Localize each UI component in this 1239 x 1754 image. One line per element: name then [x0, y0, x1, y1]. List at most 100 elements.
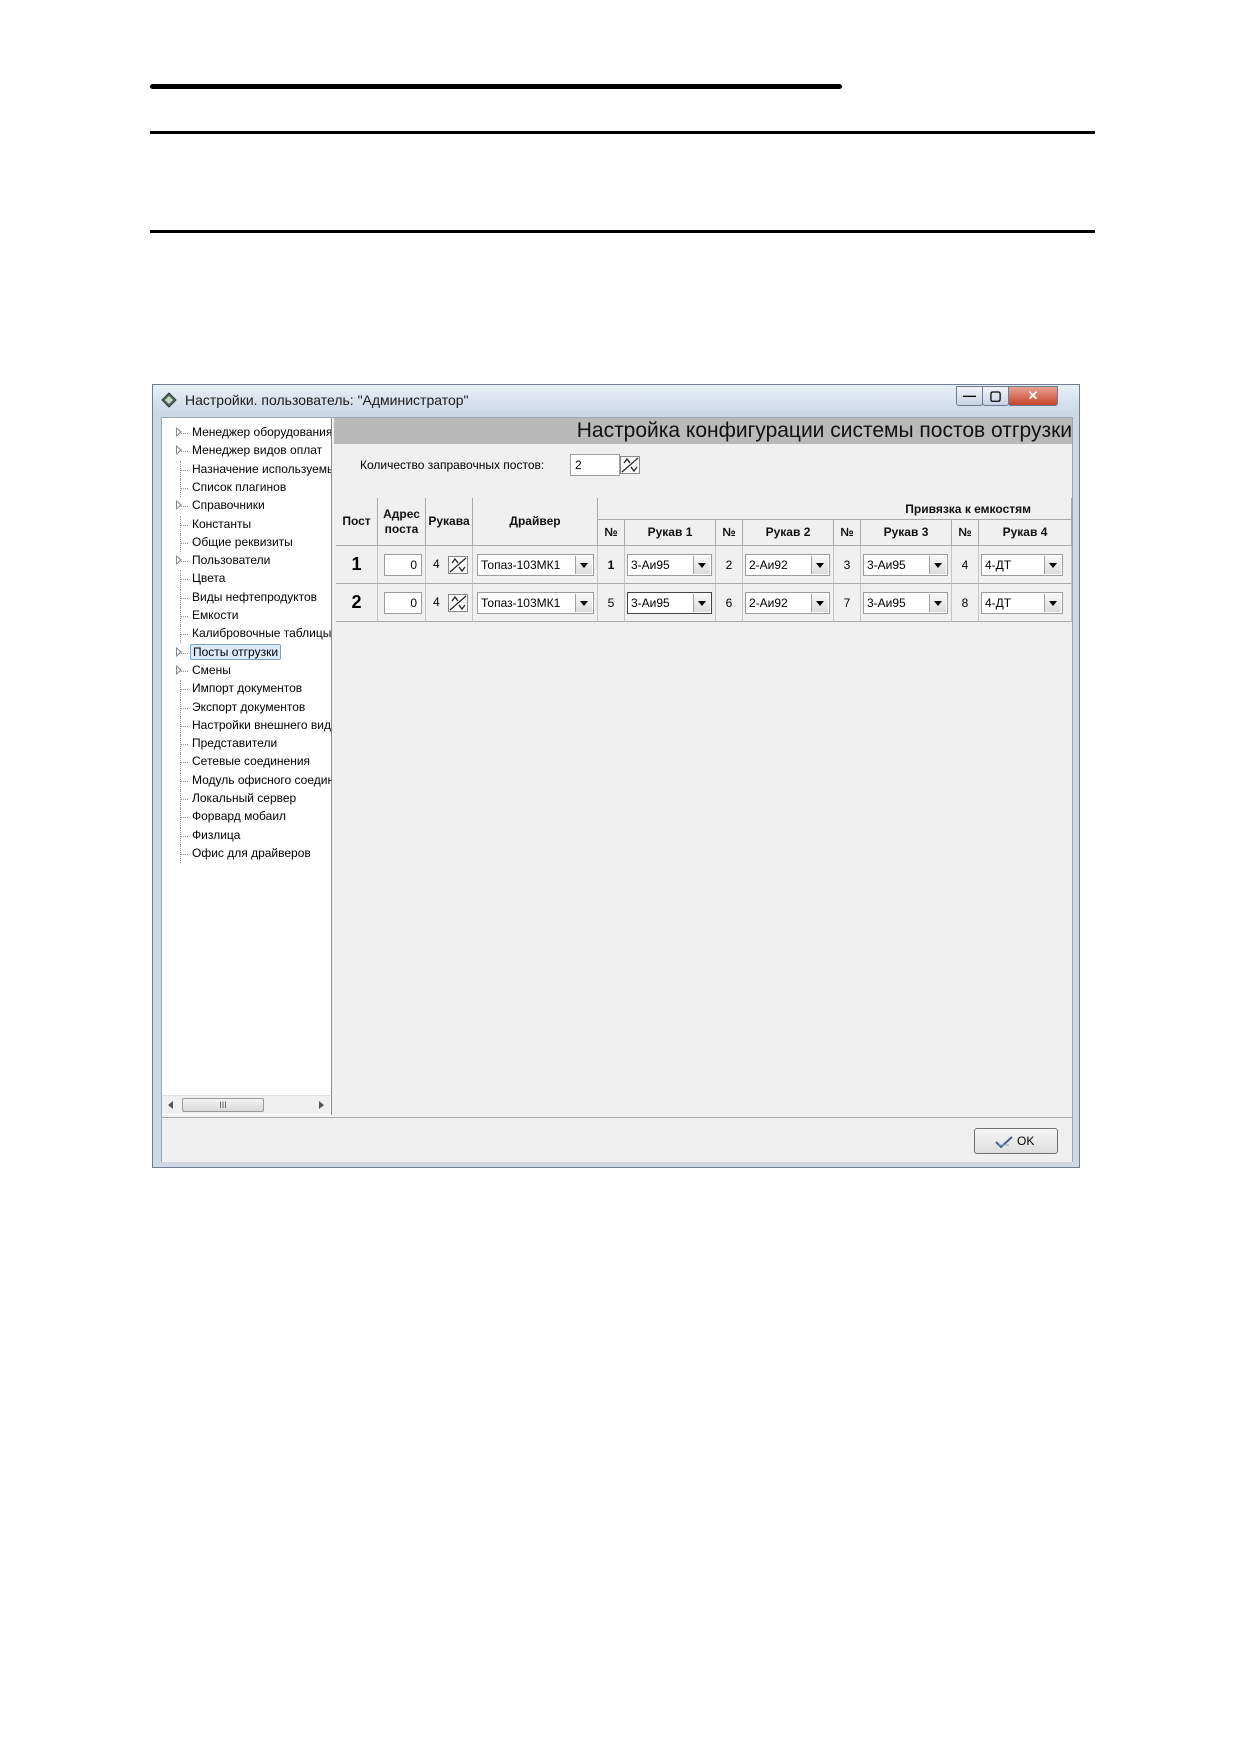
tree-item[interactable]: Локальный сервер	[162, 790, 331, 808]
tree-item-label: Посты отгрузки	[190, 643, 282, 660]
tree-item[interactable]: Пользователи	[162, 552, 331, 570]
app-diamond-icon	[161, 392, 177, 408]
hoses-value[interactable]: 4	[433, 595, 440, 609]
tank-select-1[interactable]: 3-Аи95	[627, 554, 712, 576]
dropdown-arrow-icon[interactable]	[929, 556, 946, 574]
tree-connector	[181, 670, 188, 672]
header-address: Адрес поста	[378, 498, 426, 546]
hoses-spin-icon[interactable]	[448, 556, 468, 574]
tree-connector	[181, 524, 188, 526]
tree-item[interactable]: Цвета	[162, 570, 331, 589]
hose-number: 2	[725, 557, 733, 572]
tank-select-2[interactable]: 2-Аи92	[745, 554, 830, 576]
driver-select[interactable]: Топаз-103МК1	[477, 554, 594, 576]
tree-item[interactable]: Общие реквизиты	[162, 533, 331, 552]
tree-item[interactable]: Офис для драйверов	[162, 844, 331, 863]
expand-arrow-icon[interactable]	[176, 427, 182, 437]
tree-connector	[181, 579, 188, 581]
expand-arrow-icon[interactable]	[176, 555, 182, 566]
hose-number: 1	[607, 557, 615, 572]
ok-button[interactable]: OK	[974, 1128, 1058, 1154]
address-input[interactable]: 0	[384, 554, 422, 576]
tree-item-label: Калибровочные таблицы	[192, 626, 332, 641]
expand-arrow-icon[interactable]	[176, 664, 182, 675]
tree-item-label: Представители	[192, 736, 278, 751]
dropdown-arrow-icon[interactable]	[1044, 556, 1061, 574]
hose-no-cell: 4	[952, 546, 979, 584]
tree-item[interactable]: Виды нефтепродуктов	[162, 588, 331, 607]
tank-select-3[interactable]: 3-Аи95	[863, 554, 948, 576]
tank-select-1[interactable]: 3-Аи95	[627, 592, 712, 614]
tree-horizontal-scrollbar[interactable]: III	[162, 1095, 330, 1114]
tree-item[interactable]: Форвард мобаил	[162, 808, 331, 827]
scroll-right-icon[interactable]	[319, 1101, 324, 1109]
tree-item[interactable]: Сетевые соединения	[162, 753, 331, 772]
header-no-4: №	[952, 520, 979, 546]
tank-select-3[interactable]: 3-Аи95	[863, 592, 948, 614]
tree-item[interactable]: Экспорт документов	[162, 698, 331, 717]
maximize-button[interactable]: ▢	[982, 386, 1009, 406]
tree-item[interactable]: Менеджер оборудования	[162, 424, 331, 442]
tree-item[interactable]: Импорт документов	[162, 680, 331, 699]
driver-select[interactable]: Топаз-103МК1	[477, 592, 594, 614]
dropdown-arrow-icon[interactable]	[575, 594, 592, 612]
header-hose-3: Рукав 3	[861, 520, 952, 546]
button-bar: OK	[162, 1117, 1072, 1162]
tank-select-2-value: 2-Аи92	[749, 558, 788, 572]
title-bar[interactable]: Настройки. пользователь: "Администратор"…	[153, 385, 1079, 415]
scroll-left-icon[interactable]	[168, 1101, 173, 1109]
post-count-field[interactable]: 2	[570, 454, 620, 476]
tree-connector	[181, 451, 188, 453]
tree-item[interactable]: Модуль офисного соединения	[162, 771, 331, 790]
tree-connector	[181, 616, 188, 617]
tree-item[interactable]: Смены	[162, 662, 331, 680]
hose-no-cell: 8	[952, 584, 979, 622]
hoses-spin-icon[interactable]	[448, 594, 468, 612]
window-title: Настройки. пользователь: "Администратор"	[185, 392, 469, 408]
expand-arrow-icon[interactable]	[176, 500, 182, 511]
dropdown-arrow-icon[interactable]	[693, 594, 710, 612]
post-count-spin-icon[interactable]	[620, 456, 640, 474]
address-input[interactable]: 0	[384, 592, 422, 614]
tree-item-label: Константы	[192, 516, 252, 531]
tree-item-label: Форвард мобаил	[192, 809, 287, 824]
tree-connector	[181, 780, 188, 782]
hose-number: 7	[843, 595, 851, 610]
tree-item[interactable]: Емкости	[162, 607, 331, 625]
minimize-button[interactable]: —	[956, 386, 983, 406]
hose-no-cell: 3	[834, 546, 861, 584]
hose-no-cell: 6	[716, 584, 743, 622]
tree-item[interactable]: Справочники	[162, 497, 331, 515]
expand-arrow-icon[interactable]	[176, 646, 182, 657]
close-button[interactable]: ✕	[1008, 386, 1058, 406]
tree-item[interactable]: Физлица	[162, 826, 331, 845]
dropdown-arrow-icon[interactable]	[575, 556, 592, 574]
dropdown-arrow-icon[interactable]	[1044, 594, 1061, 612]
tree-item[interactable]: Список плагинов	[162, 478, 331, 497]
tank-select-4[interactable]: 4-ДТ	[981, 592, 1063, 614]
tree-item[interactable]: Назначение используемых	[162, 460, 331, 479]
tree-item[interactable]: Представители	[162, 735, 331, 754]
tree-item[interactable]: Менеджер видов оплат	[162, 442, 331, 460]
ok-label: OK	[1017, 1134, 1035, 1148]
dropdown-arrow-icon[interactable]	[929, 594, 946, 612]
dropdown-arrow-icon[interactable]	[811, 556, 828, 574]
post-number: 2	[351, 592, 362, 612]
scroll-thumb[interactable]: III	[182, 1098, 264, 1112]
settings-tree: Менеджер оборудования Менеджер видов опла…	[162, 418, 332, 1115]
tree-item[interactable]: Константы	[162, 515, 331, 534]
header-binding: Привязка к емкостям	[598, 498, 1072, 520]
tank-select-4[interactable]: 4-ДТ	[981, 554, 1063, 576]
dropdown-arrow-icon[interactable]	[811, 594, 828, 612]
tree-item-label: Модуль офисного соединения	[192, 772, 331, 787]
tree-item[interactable]: Посты отгрузки	[162, 643, 331, 662]
hoses-value[interactable]: 4	[433, 557, 440, 571]
tank-select-2[interactable]: 2-Аи92	[745, 592, 830, 614]
post-number: 1	[351, 554, 362, 574]
dropdown-arrow-icon[interactable]	[693, 556, 710, 574]
tree-item[interactable]: Калибровочные таблицы	[162, 625, 332, 644]
expand-arrow-icon[interactable]	[176, 445, 182, 456]
tree-item[interactable]: Настройки внешнего вида	[162, 716, 331, 735]
hose-number: 3	[843, 557, 851, 572]
window-client: Менеджер оборудования Менеджер видов опла…	[161, 417, 1073, 1162]
